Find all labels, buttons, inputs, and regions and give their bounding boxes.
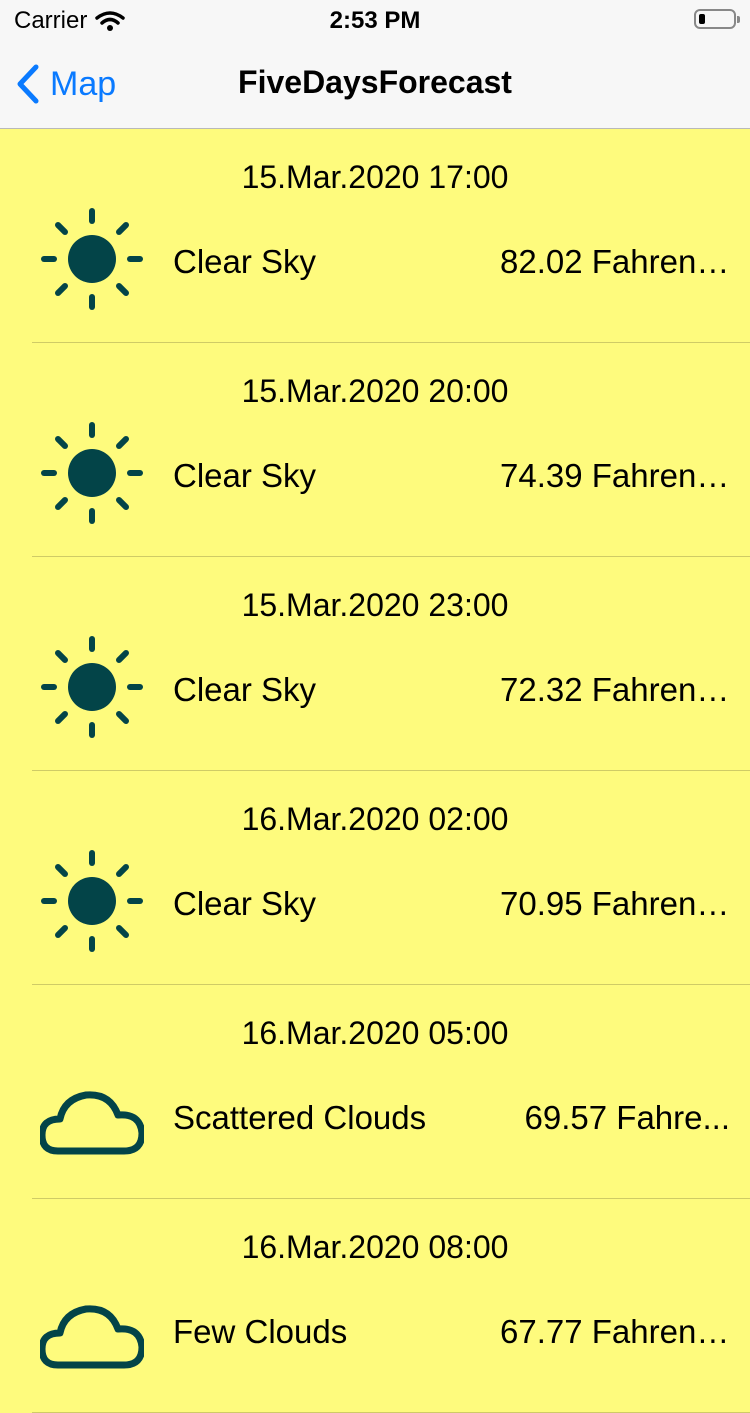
forecast-row[interactable]: 16.Mar.2020 05:00 Scattered Clouds 69.57… bbox=[32, 985, 750, 1199]
status-bar: Carrier 2:53 PM bbox=[0, 0, 750, 40]
battery-icon bbox=[694, 9, 740, 29]
forecast-date: 16.Mar.2020 08:00 bbox=[241, 1229, 509, 1265]
forecast-list: 15.Mar.2020 17:00 Clear Sky 82.02 Fahren… bbox=[0, 129, 750, 1413]
navigation-bar: Map FiveDaysForecast bbox=[0, 40, 750, 129]
cloud-icon bbox=[40, 1063, 144, 1167]
forecast-temperature: 74.39 Fahrenheit bbox=[500, 457, 730, 494]
sun-icon bbox=[40, 421, 144, 525]
page-title: FiveDaysForecast bbox=[238, 64, 512, 100]
forecast-description: Clear Sky bbox=[173, 671, 317, 708]
cloud-icon bbox=[40, 1277, 144, 1381]
forecast-date: 16.Mar.2020 05:00 bbox=[241, 1015, 509, 1051]
sun-icon bbox=[40, 849, 144, 953]
forecast-description: Scattered Clouds bbox=[173, 1099, 427, 1136]
sun-icon bbox=[40, 207, 144, 311]
forecast-row[interactable]: 15.Mar.2020 17:00 Clear Sky 82.02 Fahren… bbox=[32, 129, 750, 343]
forecast-description: Clear Sky bbox=[173, 243, 317, 280]
sun-icon bbox=[40, 635, 144, 739]
forecast-date: 15.Mar.2020 17:00 bbox=[241, 159, 509, 195]
forecast-row[interactable]: 15.Mar.2020 23:00 Clear Sky 72.32 Fahren… bbox=[32, 557, 750, 771]
forecast-temperature: 82.02 Fahrenheit bbox=[500, 243, 730, 280]
forecast-date: 15.Mar.2020 23:00 bbox=[241, 587, 509, 623]
forecast-temperature: 72.32 Fahrenheit bbox=[500, 671, 730, 708]
forecast-row[interactable]: 16.Mar.2020 02:00 Clear Sky 70.95 Fahren… bbox=[32, 771, 750, 985]
forecast-temperature: 67.77 Fahrenheit bbox=[500, 1313, 730, 1350]
status-time: 2:53 PM bbox=[329, 7, 421, 34]
forecast-date: 15.Mar.2020 20:00 bbox=[241, 373, 509, 409]
forecast-description: Clear Sky bbox=[173, 885, 317, 922]
forecast-date: 16.Mar.2020 02:00 bbox=[241, 801, 509, 837]
forecast-temperature: 70.95 Fahrenheit bbox=[500, 885, 730, 922]
forecast-description: Clear Sky bbox=[173, 457, 317, 494]
forecast-row[interactable]: 16.Mar.2020 08:00 Few Clouds 67.77 Fahre… bbox=[32, 1199, 750, 1413]
forecast-row[interactable]: 15.Mar.2020 20:00 Clear Sky 74.39 Fahren… bbox=[32, 343, 750, 557]
forecast-description: Few Clouds bbox=[173, 1313, 348, 1350]
forecast-temperature: 69.57 Fahre... bbox=[524, 1099, 730, 1136]
